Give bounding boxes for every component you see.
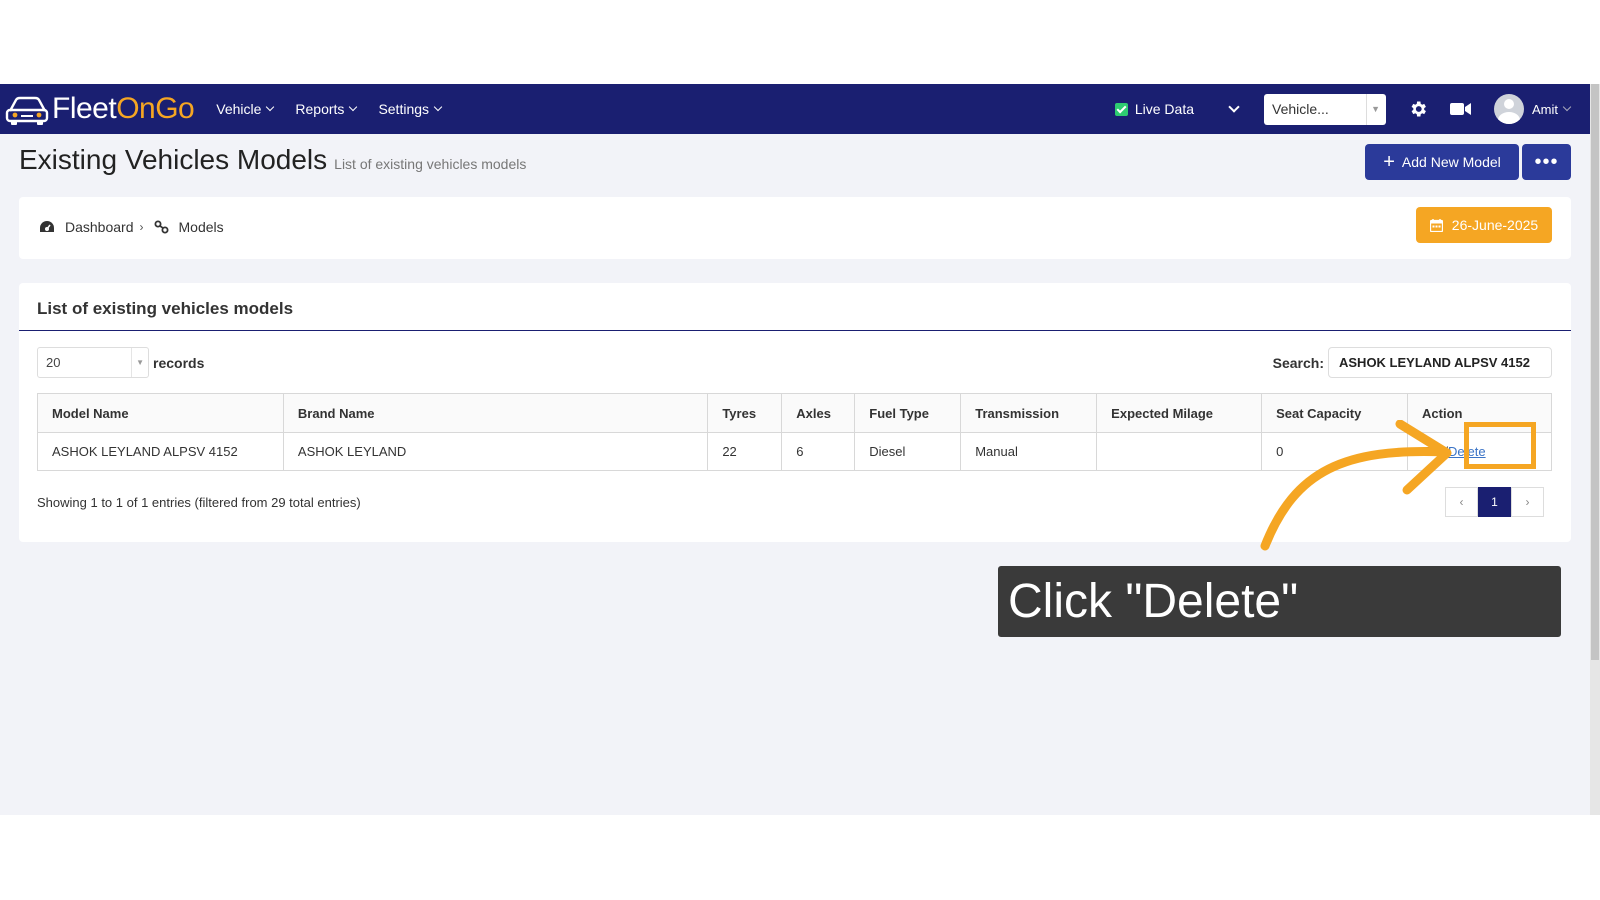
menu-reports-label: Reports — [295, 101, 345, 117]
chevron-down-icon — [349, 102, 358, 112]
column-header[interactable]: Expected Milage — [1096, 393, 1263, 433]
camera-icon[interactable] — [1450, 101, 1472, 117]
breadcrumb: Dashboard › Models — [39, 219, 224, 235]
vehicle-select-value: Vehicle... — [1272, 101, 1329, 117]
logo-text: FleetOnGo — [52, 92, 195, 126]
user-menu[interactable]: Amit — [1494, 94, 1572, 124]
column-header[interactable]: Axles — [781, 393, 856, 433]
menu-settings-label: Settings — [378, 101, 430, 117]
calendar-icon — [1429, 218, 1443, 232]
checkbox-icon[interactable] — [1114, 102, 1128, 116]
date-button[interactable]: 26-June-2025 — [1416, 207, 1552, 243]
model-name-link[interactable]: ASHOK LEYLAND ALPSV 4152 — [37, 432, 284, 471]
page-subtitle: List of existing vehicles models — [334, 156, 527, 172]
column-header[interactable]: Brand Name — [282, 393, 709, 433]
records-length: 20 ▼ records — [37, 347, 204, 378]
column-header[interactable]: Fuel Type — [854, 393, 962, 433]
select-arrow-icon: ▼ — [131, 348, 144, 377]
breadcrumb-bar: Dashboard › Models 26-June-2025 — [19, 197, 1571, 259]
date-label: 26-June-2025 — [1451, 217, 1539, 233]
menu-vehicle-label: Vehicle — [216, 101, 262, 117]
app-frame: FleetOnGo Vehicle Reports Settings Live … — [0, 84, 1600, 815]
records-per-page-value: 20 — [46, 355, 61, 370]
live-data-toggle[interactable]: Live Data — [1114, 101, 1194, 117]
gear-icon[interactable] — [1408, 99, 1428, 119]
table-info: Showing 1 to 1 of 1 entries (filtered fr… — [37, 495, 361, 510]
dashboard-icon — [40, 221, 54, 232]
expected-milage-cell — [1096, 432, 1263, 471]
chevron-down-icon — [1562, 102, 1572, 112]
breadcrumb-dashboard[interactable]: Dashboard — [65, 219, 134, 235]
car-icon — [4, 91, 50, 127]
chevron-down-icon[interactable] — [1228, 100, 1240, 113]
vehicle-select[interactable]: Vehicle... ▼ — [1264, 93, 1386, 125]
page-title: Existing Vehicles Models — [19, 144, 328, 175]
scrollbar-thumb[interactable] — [1591, 84, 1599, 660]
page-header: Existing Vehicles Models List of existin… — [19, 144, 526, 176]
card-divider — [19, 330, 1571, 331]
logo[interactable]: FleetOnGo — [4, 84, 195, 134]
search-area: Search: — [1273, 347, 1552, 378]
chevron-down-icon — [266, 102, 275, 112]
breadcrumb-models: Models — [178, 219, 224, 235]
card-title: List of existing vehicles models — [37, 299, 294, 318]
live-data-label: Live Data — [1134, 101, 1194, 117]
top-navbar: FleetOnGo Vehicle Reports Settings Live … — [0, 84, 1590, 134]
breadcrumb-separator: › — [139, 220, 144, 234]
pagination-page-1[interactable]: 1 — [1478, 487, 1511, 517]
instruction-callout: Click "Delete" — [998, 566, 1561, 637]
pagination-next[interactable]: › — [1511, 487, 1544, 517]
column-header[interactable]: Tyres — [707, 393, 783, 433]
main-menu: Vehicle Reports Settings — [216, 101, 463, 117]
add-new-model-label: Add New Model — [1401, 154, 1501, 170]
menu-vehicle[interactable]: Vehicle — [216, 101, 275, 117]
select-arrow-icon: ▼ — [1366, 93, 1380, 125]
logo-text-fleet: Fleet — [52, 92, 117, 125]
navbar-right: Live Data Vehicle... ▼ Amit — [1114, 84, 1590, 134]
scrollbar[interactable] — [1590, 84, 1600, 815]
user-name: Amit — [1532, 101, 1558, 117]
search-label: Search: — [1272, 354, 1324, 371]
plus-icon: + — [1383, 151, 1395, 173]
column-header[interactable]: Transmission — [960, 393, 1098, 433]
axles-cell: 6 — [781, 432, 856, 471]
fuel-type-cell: Diesel — [854, 432, 962, 471]
pointer-arrow-icon — [1260, 420, 1452, 551]
menu-reports[interactable]: Reports — [295, 101, 358, 117]
records-label: records — [153, 354, 205, 371]
records-per-page-select[interactable]: 20 ▼ — [37, 347, 149, 378]
avatar-icon — [1494, 94, 1524, 124]
tyres-cell: 22 — [707, 432, 783, 471]
add-new-model-button[interactable]: + Add New Model — [1365, 144, 1519, 180]
logo-text-ongo: OnGo — [116, 92, 195, 125]
more-dots-icon: ••• — [1534, 150, 1559, 173]
transmission-cell: Manual — [960, 432, 1098, 471]
link-icon — [154, 220, 168, 234]
search-input[interactable] — [1328, 347, 1552, 378]
menu-settings[interactable]: Settings — [378, 101, 443, 117]
column-header[interactable]: Model Name — [37, 393, 284, 433]
more-options-button[interactable]: ••• — [1522, 144, 1571, 180]
chevron-down-icon — [433, 102, 443, 112]
brand-name-cell: ASHOK LEYLAND — [282, 432, 709, 471]
